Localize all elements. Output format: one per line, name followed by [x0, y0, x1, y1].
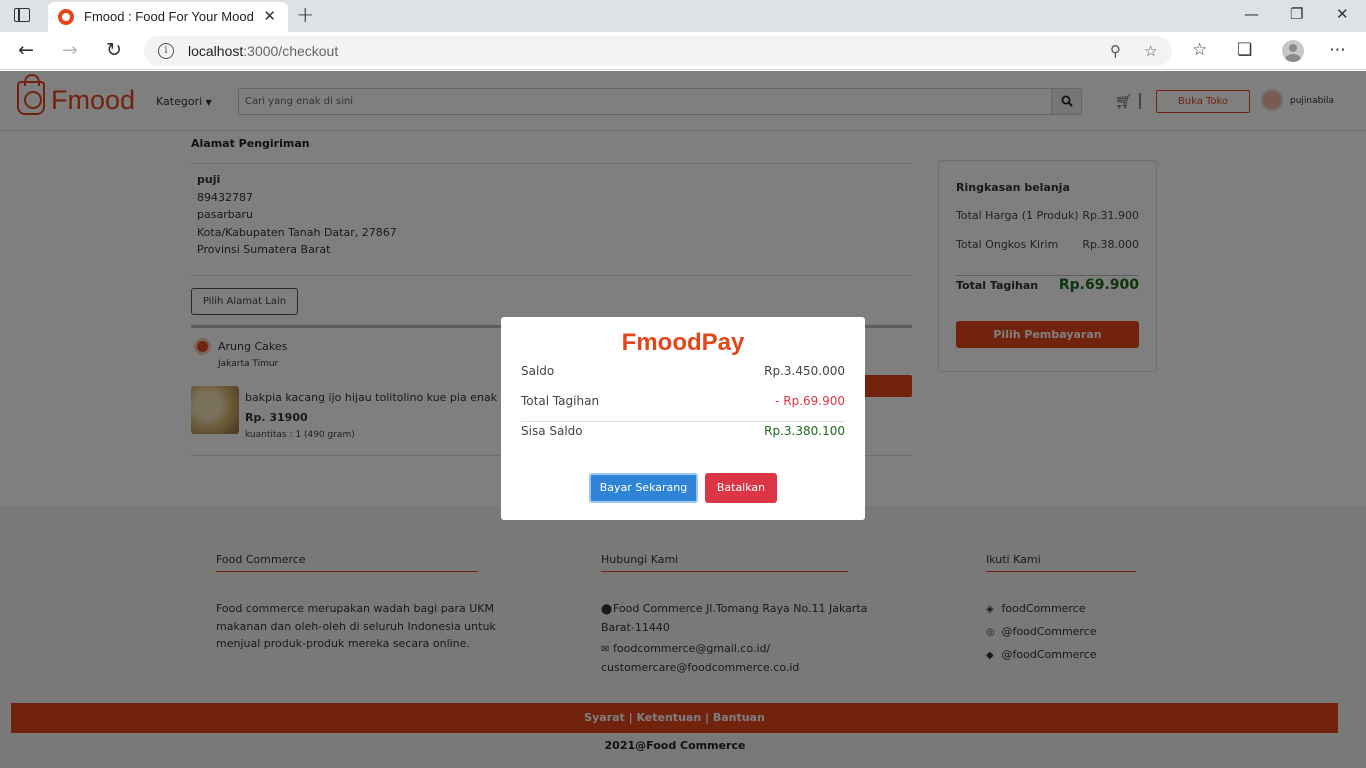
zoom-icon[interactable]: ⚲ [1110, 42, 1121, 60]
url-text[interactable]: localhost:3000/checkout [188, 43, 338, 59]
site-info-icon[interactable]: i [158, 43, 174, 59]
modal-title: FmoodPay [621, 329, 745, 356]
remaining-balance-value: Rp.3.380.100 [764, 424, 845, 438]
bill-label: Total Tagihan [521, 394, 600, 408]
remaining-balance-label: Sisa Saldo [521, 424, 583, 438]
tab-actions-icon[interactable] [14, 8, 30, 22]
balance-value: Rp.3.450.000 [764, 364, 845, 378]
new-tab-icon[interactable]: + [296, 3, 314, 28]
window-close-icon[interactable]: ✕ [1336, 5, 1349, 23]
tab-close-icon[interactable]: ✕ [263, 7, 276, 25]
address-bar[interactable]: i localhost:3000/checkout ⚲ ☆ [144, 36, 1172, 66]
cancel-button[interactable]: Batalkan [705, 473, 777, 503]
bill-value: - Rp.69.900 [775, 394, 845, 408]
balance-label: Saldo [521, 364, 555, 378]
more-menu-icon[interactable]: ⋯ [1329, 40, 1346, 60]
restore-icon[interactable]: ❐ [1290, 5, 1303, 23]
reload-icon[interactable]: ↻ [106, 39, 122, 61]
back-arrow-icon[interactable]: ← [18, 39, 34, 61]
tab-title: Fmood : Food For Your Mood [84, 9, 254, 24]
browser-toolbar: ← → ↻ i localhost:3000/checkout ⚲ ☆ ☆ ❏ … [0, 32, 1366, 70]
favorites-icon[interactable]: ☆ [1192, 40, 1207, 60]
minimize-icon[interactable]: — [1244, 5, 1259, 23]
browser-tab-bar: Fmood : Food For Your Mood ✕ + — ❐ ✕ [0, 0, 1366, 32]
forward-arrow-icon[interactable]: → [62, 39, 78, 61]
profile-icon[interactable] [1282, 40, 1304, 62]
fmoodpay-modal: FmoodPay Saldo Rp.3.450.000 Total Tagiha… [501, 317, 865, 520]
browser-tab[interactable]: Fmood : Food For Your Mood ✕ [48, 2, 288, 32]
divider [521, 421, 845, 422]
fmood-favicon-icon [58, 9, 74, 25]
pay-now-button[interactable]: Bayar Sekarang [589, 473, 698, 503]
collections-icon[interactable]: ❏ [1237, 40, 1252, 60]
favorite-star-icon[interactable]: ☆ [1144, 42, 1157, 60]
